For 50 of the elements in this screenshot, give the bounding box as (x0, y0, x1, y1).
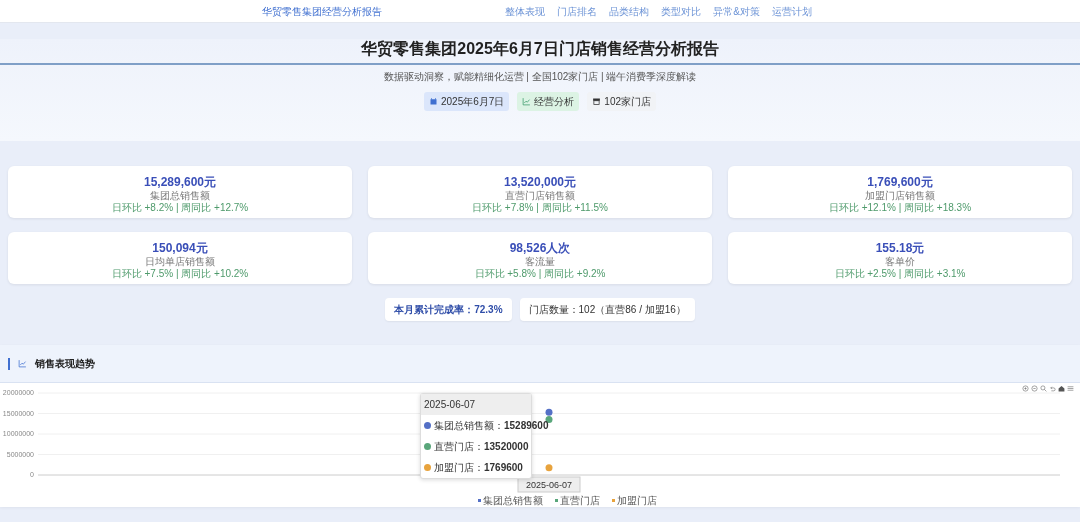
legend-label[interactable]: 直营门店 (560, 493, 600, 508)
kpi-value: 98,526人次 (508, 240, 572, 256)
tooltip-row-text: 加盟门店：1769600 (434, 461, 523, 475)
kpi-value: 15,289,600元 (142, 174, 218, 190)
legend-label[interactable]: 加盟门店 (617, 493, 657, 508)
tooltip-row-text: 直营门店：13520000 (434, 440, 529, 454)
tooltip-row-text: 集团总销售额：15289600 (434, 419, 549, 433)
kpi-value: 155.18元 (874, 240, 926, 256)
line-chart-icon (18, 359, 27, 368)
nav-link[interactable]: 品类结构 (603, 3, 656, 19)
tag-label: 2025年6月7日 (440, 95, 505, 110)
x-tick-label: 2025-06-07 (525, 480, 573, 490)
legend-label[interactable]: 集团总销售额 (483, 493, 543, 508)
kpi-change: 日环比 +7.8% | 周同比 +11.5% (471, 202, 609, 214)
kpi-change: 日环比 +2.5% | 周同比 +3.1% (833, 268, 967, 280)
report-title: 华贸零售集团2025年6月7日门店销售经营分析报告 (0, 39, 1080, 66)
summary-pill: 本月累计完成率：72.3% (385, 298, 512, 321)
kpi-value: 150,094元 (151, 240, 209, 256)
kpi-change: 日环比 +7.5% | 周同比 +10.2% (110, 268, 250, 280)
nav-link[interactable]: 运营计划 (766, 3, 818, 19)
home-icon[interactable] (1058, 385, 1065, 392)
kpi-label: 日均单店销售额 (144, 256, 216, 268)
kpi-value: 1,769,600元 (866, 174, 934, 190)
brand-title[interactable]: 华贸零售集团经营分析报告 (262, 3, 382, 19)
kpi-label: 客单价 (884, 256, 916, 268)
x-axis-label: 2025-06-07 (517, 476, 581, 493)
zoom-out-icon[interactable] (1031, 385, 1038, 392)
section-title: 销售表现趋势 (35, 357, 95, 371)
kpi-change: 日环比 +8.2% | 周同比 +12.7% (110, 202, 250, 214)
kpi-value: 13,520,000元 (502, 174, 578, 190)
kpi-label: 集团总销售额 (149, 190, 211, 202)
kpi-change: 日环比 +5.8% | 周同比 +9.2% (473, 268, 607, 280)
nav-link[interactable]: 类型对比 (655, 3, 708, 19)
tag-label: 经营分析 (534, 95, 575, 110)
tag-label: 102家门店 (604, 95, 652, 110)
nav-link[interactable]: 异常&对策 (707, 3, 766, 19)
line-chart-icon (522, 97, 532, 107)
nav-link[interactable]: 整体表现 (499, 3, 552, 19)
calendar-icon (428, 97, 438, 107)
tooltip-title: 2025-06-07 (421, 394, 531, 415)
kpi-label: 加盟门店销售额 (864, 190, 936, 202)
report-subtitle: 数据驱动洞察，赋能精细化运营 | 全国102家门店 | 端午消费季深度解读 (382, 70, 698, 85)
kpi-label: 客流量 (524, 256, 556, 268)
store-icon (592, 97, 602, 107)
kpi-label: 直营门店销售额 (504, 190, 576, 202)
zoom-in-icon[interactable] (1022, 385, 1029, 392)
nav-link[interactable]: 门店排名 (551, 3, 604, 19)
search-icon[interactable] (1040, 385, 1047, 392)
kpi-change: 日环比 +12.1% | 周同比 +18.3% (827, 202, 973, 214)
summary-pill: 门店数量：102（直营86 / 加盟16） (519, 298, 695, 321)
